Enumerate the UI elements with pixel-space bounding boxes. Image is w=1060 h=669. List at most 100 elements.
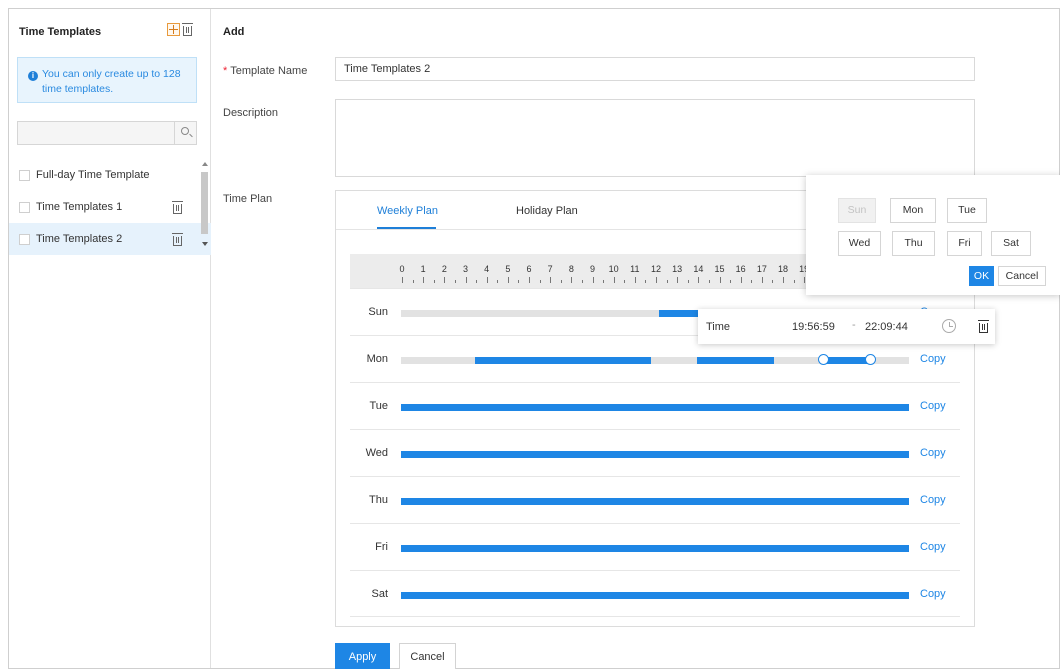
hour-tick (740, 277, 742, 283)
tab-holiday-plan[interactable]: Holiday Plan (516, 205, 578, 217)
search-input[interactable] (18, 122, 174, 144)
trash-icon[interactable] (172, 201, 183, 214)
template-item-full-day[interactable]: Full-day Time Template (9, 159, 211, 191)
start-time-input[interactable]: 19:56:59 (792, 321, 835, 333)
day-timeline-track[interactable] (401, 592, 909, 599)
hour-tick (465, 277, 467, 283)
hour-tick (687, 280, 689, 283)
form-title: Add (223, 26, 245, 38)
scroll-thumb[interactable] (201, 172, 208, 234)
template-checkbox[interactable] (19, 233, 30, 245)
description-input[interactable] (335, 99, 975, 177)
hour-tick (486, 277, 488, 283)
scroll-down-icon[interactable] (202, 242, 208, 246)
day-label: Thu (369, 494, 388, 506)
time-segment[interactable] (401, 592, 909, 599)
copy-day-wed[interactable]: Wed (838, 231, 881, 256)
hour-tick-label: 13 (672, 264, 683, 274)
hour-tick (518, 280, 520, 283)
time-plan-label: Time Plan (223, 193, 273, 205)
template-name-label-text: Template Name (230, 65, 308, 77)
copy-day-mon[interactable]: Mon (890, 198, 936, 223)
copy-day-tue[interactable]: Tue (947, 198, 987, 223)
copy-link[interactable]: Copy (920, 353, 946, 365)
hour-tick-label: 14 (693, 264, 704, 274)
day-timeline-track[interactable] (401, 404, 909, 411)
hour-tick (507, 277, 509, 283)
day-timeline-track[interactable] (401, 354, 909, 365)
time-segment[interactable] (475, 357, 651, 364)
time-segment[interactable] (823, 357, 871, 364)
trash-icon[interactable] (172, 233, 183, 246)
day-timeline-track[interactable] (401, 451, 909, 458)
copy-day-sat[interactable]: Sat (991, 231, 1031, 256)
hour-tick (761, 277, 763, 283)
copy-link[interactable]: Copy (920, 494, 946, 506)
apply-button[interactable]: Apply (335, 643, 390, 669)
template-list-scrollbar[interactable] (200, 162, 210, 250)
copy-link[interactable]: Copy (920, 541, 946, 553)
copy-link[interactable]: Copy (920, 588, 946, 600)
template-checkbox[interactable] (19, 201, 30, 213)
description-label: Description (223, 107, 279, 119)
hour-tick-label: 9 (589, 264, 596, 274)
day-row-sat: Sat Copy (350, 570, 960, 617)
hour-tick (634, 277, 636, 283)
copy-day-fri[interactable]: Fri (947, 231, 982, 256)
segment-drag-handle[interactable] (865, 354, 877, 365)
end-time-input[interactable]: 22:09:44 (865, 321, 908, 333)
hour-tick (730, 280, 732, 283)
day-row-tue: Tue Copy (350, 382, 960, 429)
hour-tick (412, 280, 414, 283)
hour-tick (772, 280, 774, 283)
template-item-2[interactable]: Time Templates 2 (9, 223, 211, 255)
time-segment[interactable] (697, 357, 774, 364)
template-checkbox[interactable] (19, 169, 30, 181)
tab-weekly-plan[interactable]: Weekly Plan (377, 205, 438, 217)
day-label: Fri (375, 541, 388, 553)
day-timeline-track[interactable] (401, 498, 909, 505)
hour-tick (603, 280, 605, 283)
time-segment[interactable] (401, 545, 909, 552)
info-tip: i You can only create up to 128 time tem… (17, 57, 197, 103)
copy-link[interactable]: Copy (920, 447, 946, 459)
template-label: Time Templates 2 (36, 233, 123, 245)
template-item-1[interactable]: Time Templates 1 (9, 191, 211, 223)
hour-tick-label: 18 (777, 264, 789, 274)
template-name-input[interactable] (335, 57, 975, 81)
search-button[interactable] (174, 122, 196, 144)
copy-cancel-button[interactable]: Cancel (998, 266, 1046, 286)
hour-tick (592, 277, 594, 283)
plus-icon[interactable] (167, 23, 180, 36)
copy-link[interactable]: Copy (920, 400, 946, 412)
day-timeline-track[interactable] (401, 545, 909, 552)
template-sidebar: Time Templates i You can only create up … (9, 9, 211, 668)
trash-icon[interactable] (978, 320, 989, 333)
hour-tick-label: 16 (735, 264, 746, 274)
trash-icon[interactable] (182, 23, 193, 36)
day-label: Tue (369, 400, 388, 412)
hour-tick (793, 280, 795, 283)
hour-tick-label: 15 (714, 264, 725, 274)
sidebar-title: Time Templates (19, 26, 102, 38)
copy-ok-button[interactable]: OK (969, 266, 994, 286)
scroll-up-icon[interactable] (202, 162, 208, 166)
hour-tick-label: 12 (650, 264, 662, 274)
hour-tick (645, 280, 647, 283)
time-segment[interactable] (401, 451, 909, 458)
copy-day-thu[interactable]: Thu (892, 231, 935, 256)
copy-day-sun: Sun (838, 198, 876, 223)
sidebar-actions (167, 23, 193, 36)
hour-tick (550, 277, 552, 283)
time-templates-window: Time Templates i You can only create up … (8, 8, 1060, 669)
day-row-thu: Thu Copy (350, 476, 960, 523)
hour-tick (783, 277, 784, 283)
hour-tick (708, 280, 710, 283)
time-edit-popup: Time 19:56:59 - 22:09:44 (698, 309, 995, 344)
clock-icon[interactable] (942, 319, 956, 333)
time-segment[interactable] (401, 498, 909, 505)
template-label: Time Templates 1 (36, 201, 123, 213)
time-segment[interactable] (401, 404, 909, 411)
template-list: Full-day Time Template Time Templates 1 … (9, 159, 211, 255)
cancel-button[interactable]: Cancel (399, 643, 456, 669)
